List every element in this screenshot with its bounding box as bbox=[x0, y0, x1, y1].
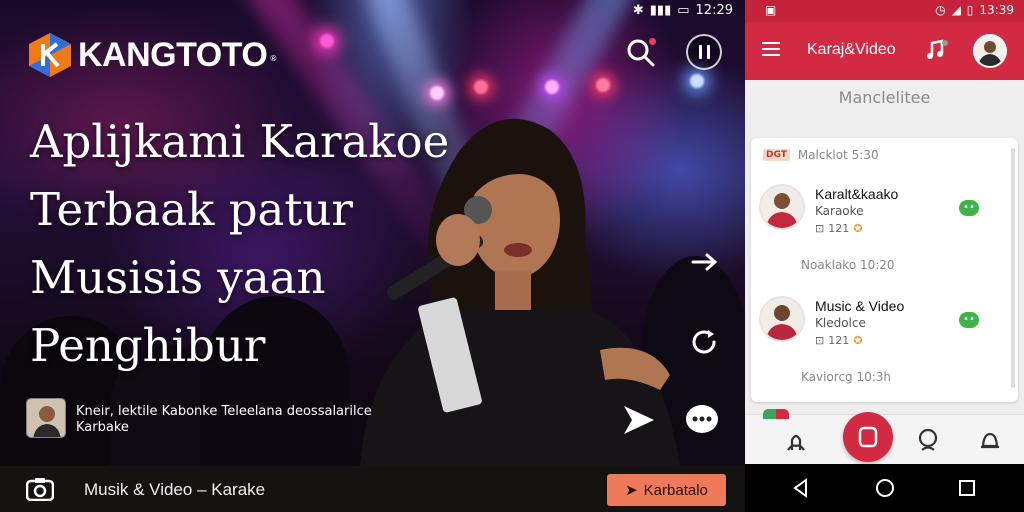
battery-icon: ▭ bbox=[677, 2, 690, 18]
pause-button[interactable] bbox=[686, 34, 722, 70]
playlist-card: DGT Malcklot 5:30 Karalt&kaako Karaoke ⊡… bbox=[751, 138, 1018, 402]
brand-mark: ® bbox=[269, 53, 278, 63]
camera-icon[interactable] bbox=[26, 477, 54, 501]
list-item[interactable]: Music & Video Kledolce ⊡ 121 ✪ •• bbox=[759, 296, 1009, 352]
headline-line: Penghibur bbox=[30, 319, 266, 372]
play-arrow-icon: ➤ bbox=[625, 482, 638, 499]
karaoke-button-label: Karbatalo bbox=[643, 481, 708, 499]
brand-logo[interactable]: KANGTOTO ® bbox=[28, 32, 277, 78]
nav-friends[interactable] bbox=[911, 423, 945, 457]
search-button[interactable] bbox=[626, 38, 656, 68]
play-badge-icon[interactable]: •• bbox=[959, 200, 979, 216]
battery-icon: ▯ bbox=[966, 3, 974, 17]
item-title: Music & Video bbox=[815, 298, 905, 314]
alarm-icon: ◷ bbox=[935, 3, 946, 17]
item-subtitle: Kledolce bbox=[815, 316, 866, 330]
record-icon bbox=[858, 426, 878, 448]
item-avatar bbox=[759, 184, 805, 230]
recent-apps-icon[interactable] bbox=[957, 478, 977, 498]
more-button[interactable] bbox=[684, 402, 720, 436]
item-meta: ⊡ 121 ✪ bbox=[815, 334, 862, 347]
menu-icon[interactable] bbox=[762, 42, 780, 56]
phone-status-time: 13:39 bbox=[979, 3, 1014, 17]
card-tag: DGT bbox=[763, 149, 790, 161]
bottom-navigation bbox=[745, 409, 1024, 464]
music-note-icon[interactable] bbox=[925, 38, 949, 62]
item-meta-count: 121 bbox=[828, 222, 850, 235]
friends-icon bbox=[918, 428, 938, 451]
more-icon bbox=[686, 405, 718, 433]
play-badge-icon[interactable]: •• bbox=[959, 312, 979, 328]
lock-icon: ⊡ bbox=[815, 222, 825, 235]
phone-app: ▣ ◷ ◢ ▯ 13:39 Karaj&Video Manclelitee DG… bbox=[745, 0, 1024, 512]
status-time: 12:29 bbox=[695, 2, 733, 18]
wifi-icon: ◢ bbox=[951, 3, 961, 17]
arrow-right-icon bbox=[691, 253, 718, 271]
refresh-button[interactable] bbox=[688, 326, 720, 358]
stage-light bbox=[320, 34, 334, 48]
home-icon bbox=[787, 434, 805, 451]
flag-indicator bbox=[763, 409, 789, 419]
refresh-icon bbox=[692, 330, 716, 354]
list-item[interactable]: Karalt&kaako Karaoke ⊡ 121 ✪ •• bbox=[759, 184, 1009, 240]
item-avatar bbox=[759, 296, 805, 342]
phone-app-bar: Karaj&Video bbox=[745, 22, 1024, 80]
headline-line: Terbaak patur bbox=[30, 183, 353, 236]
now-playing-bar: Musik & Video – Karake ➤ Karbatalo bbox=[0, 466, 745, 512]
card-header: DGT Malcklot 5:30 bbox=[763, 148, 879, 162]
headline-line: Aplijkami Karakoe bbox=[30, 115, 450, 168]
item-sub-label: Kaviorcg 10:3h bbox=[801, 370, 892, 384]
item-subtitle: Karaoke bbox=[815, 204, 864, 218]
system-navigation bbox=[745, 464, 1024, 512]
creator-name: Karbake bbox=[76, 420, 129, 435]
promo-video-stage[interactable]: ✱ ▮▮▮ ▭ 12:29 KANGTOTO ® Aplijkami Karak… bbox=[0, 0, 745, 512]
lock-icon: ⊡ bbox=[815, 334, 825, 347]
phone-status-bar: ▣ ◷ ◢ ▯ 13:39 bbox=[745, 0, 1024, 22]
item-title: Karalt&kaako bbox=[815, 186, 899, 202]
pause-icon bbox=[698, 45, 702, 59]
item-sub-label: Noaklako 10:20 bbox=[801, 258, 895, 272]
phone-app-title: Karaj&Video bbox=[807, 41, 896, 58]
user-avatar[interactable] bbox=[973, 34, 1007, 68]
nav-record-button[interactable] bbox=[843, 412, 893, 462]
notification-dot bbox=[649, 38, 656, 45]
headline-line: Musisis yaan bbox=[30, 251, 326, 304]
creator-avatar bbox=[26, 398, 66, 438]
headline: Aplijkami Karakoe Terbaak patur Musisis … bbox=[30, 108, 480, 380]
karaoke-button[interactable]: ➤ Karbatalo bbox=[607, 474, 726, 506]
share-button[interactable] bbox=[618, 400, 660, 440]
back-icon[interactable] bbox=[791, 478, 811, 498]
scrollbar[interactable] bbox=[1011, 148, 1015, 388]
signal-icon: ▮▮▮ bbox=[649, 2, 672, 18]
notifications-icon bbox=[981, 432, 999, 449]
bluetooth-icon: ✱ bbox=[632, 2, 644, 18]
share-icon bbox=[624, 406, 654, 434]
section-title: Manclelitee bbox=[838, 88, 931, 107]
nav-notifications[interactable] bbox=[973, 423, 1007, 457]
home-circle-icon[interactable] bbox=[875, 478, 895, 498]
pause-icon-bar bbox=[706, 45, 710, 59]
card-header-text: Malcklot 5:30 bbox=[797, 148, 879, 162]
nav-home[interactable] bbox=[779, 423, 813, 457]
brand-name: KANGTOTO bbox=[78, 35, 268, 74]
screenshot-icon: ▣ bbox=[765, 3, 777, 17]
kangtoto-logo-icon bbox=[29, 33, 71, 77]
item-meta: ⊡ 121 ✪ bbox=[815, 222, 862, 235]
creator-description: Kneir, lektile Kabonke Teleelana deossal… bbox=[76, 404, 372, 419]
star-icon: ✪ bbox=[853, 222, 863, 235]
next-button[interactable] bbox=[690, 248, 720, 276]
star-icon: ✪ bbox=[853, 334, 863, 347]
creator-info[interactable]: Kneir, lektile Kabonke Teleelana deossal… bbox=[26, 398, 372, 438]
status-bar: ✱ ▮▮▮ ▭ 12:29 bbox=[633, 2, 733, 18]
stage-light bbox=[690, 74, 704, 88]
item-meta-count: 121 bbox=[828, 334, 850, 347]
now-playing-title: Musik & Video – Karake bbox=[84, 480, 266, 499]
